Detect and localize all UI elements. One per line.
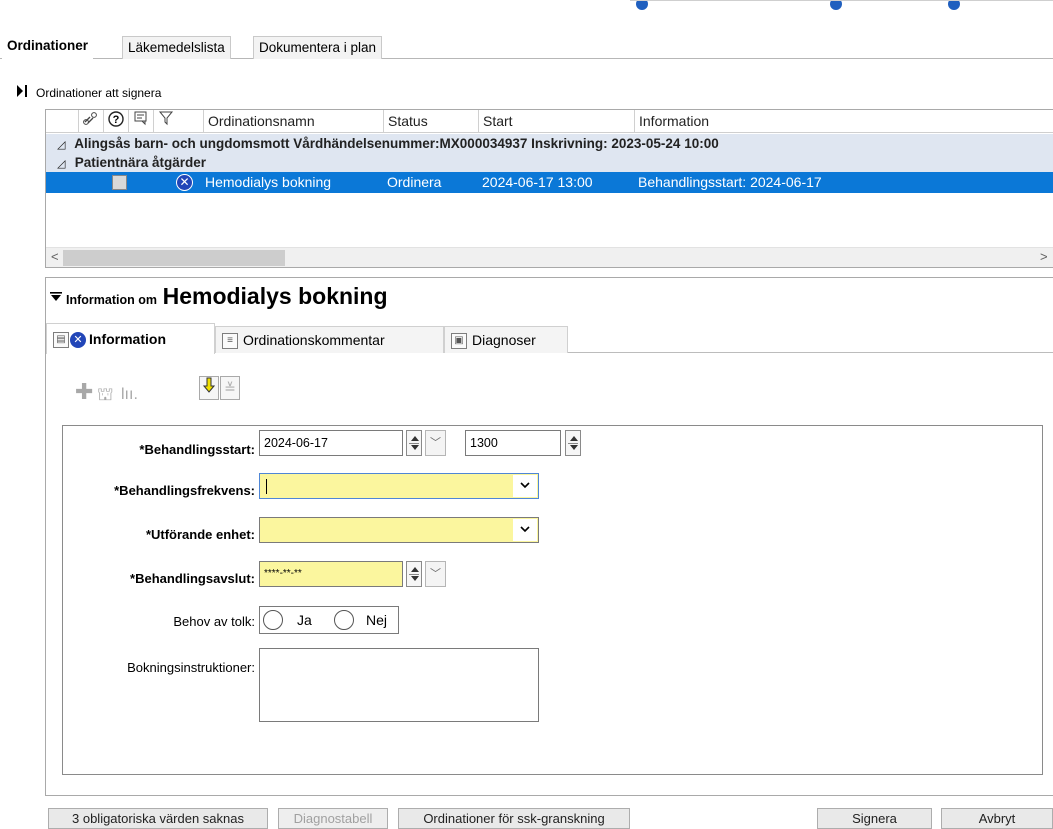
collapse-all-button[interactable]: ≚	[220, 376, 240, 400]
col-header-start[interactable]: Start	[478, 110, 634, 133]
missing-values-button[interactable]: 3 obligatoriska värden saknas	[48, 808, 268, 829]
col-header-ordinationsnamn[interactable]: Ordinationsnamn	[203, 110, 383, 133]
tolk-nej-label[interactable]: Nej	[366, 612, 387, 628]
section-title: Ordinationer att signera	[36, 86, 162, 100]
col-header-information[interactable]: Information	[634, 110, 1053, 133]
group-row-label: Alingsås barn- och ungdomsmott Vårdhände…	[74, 136, 719, 151]
ssk-granskning-button[interactable]: Ordinationer för ssk-granskning	[398, 808, 630, 829]
signera-button[interactable]: Signera	[817, 808, 932, 829]
tab-diagnoser[interactable]: ▣ Diagnoser	[444, 326, 568, 353]
cell-name: Hemodialys bokning	[205, 174, 332, 190]
col-header-status[interactable]: Status	[383, 110, 478, 133]
horizontal-scrollbar[interactable]: < >	[46, 247, 1053, 267]
behandlingsstart-label: *Behandlingsstart:	[139, 442, 255, 457]
tolk-radio-group: Ja Nej	[259, 606, 399, 634]
chart-icon[interactable]: lıı.	[121, 384, 138, 406]
info-tabbar: ▤ ✕ Information ≡ Ordinationskommentar ▣…	[46, 323, 1053, 354]
behandlingsavslut-date-field[interactable]: ****-**-**	[259, 561, 403, 587]
chevron-down-icon[interactable]	[513, 519, 537, 541]
filter-icon[interactable]	[153, 110, 178, 133]
chevron-down-icon: ﹀	[430, 437, 441, 449]
time-spin-button[interactable]	[565, 430, 581, 456]
chevron-down-icon[interactable]	[513, 475, 537, 497]
svg-text:?: ?	[113, 114, 120, 126]
utforande-enhet-select[interactable]	[259, 517, 539, 543]
behandlingsfrekvens-select[interactable]	[259, 473, 539, 499]
diagnosis-icon: ▣	[451, 333, 467, 349]
behandlingsstart-date-field[interactable]: 2024-06-17	[259, 430, 403, 456]
text-caret	[266, 479, 267, 494]
top-strip-item	[636, 1, 653, 10]
main-tabbar: Ordinationer Läkemedelslista Dokumentera…	[0, 33, 1053, 60]
tolk-ja-radio[interactable]	[263, 610, 283, 630]
behandlingsstart-time-field[interactable]: 1300	[465, 430, 561, 456]
tab-ordinationskommentar[interactable]: ≡ Ordinationskommentar	[215, 326, 444, 353]
tolk-nej-radio[interactable]	[334, 610, 354, 630]
row-checkbox[interactable]	[112, 175, 127, 190]
status-dot-icon	[636, 1, 648, 10]
tab-ordinationer[interactable]: Ordinationer	[2, 35, 94, 60]
status-dot-icon	[830, 1, 842, 10]
grid-header: ? Ordinationsnamn Status Start Informati…	[46, 110, 1053, 133]
avslut-spin-button[interactable]	[406, 561, 422, 587]
link-icon[interactable]	[78, 110, 103, 133]
calculator-icon[interactable]: ⛫	[97, 383, 114, 405]
add-icon[interactable]: ✚	[75, 381, 93, 403]
tab-label: Ordinationskommentar	[243, 332, 385, 348]
cancel-circle-icon: ✕	[70, 332, 86, 348]
frekvens-label: *Behandlingsfrekvens:	[114, 483, 255, 498]
move-down-button[interactable]	[199, 376, 219, 400]
group-row-category[interactable]: ◿ Patientnära åtgärder	[46, 153, 1053, 172]
bokningsinstruktioner-textarea[interactable]	[259, 648, 539, 722]
table-row[interactable]: ✕ Hemodialys bokning Ordinera 2024-06-17…	[46, 172, 1053, 193]
tab-information[interactable]: ▤ ✕ Information	[46, 323, 215, 354]
tab-label: Diagnoser	[472, 332, 536, 348]
diagnostabell-button[interactable]: Diagnostabell	[278, 808, 388, 829]
comment-list-icon: ≡	[222, 333, 238, 349]
enhet-label: *Utförande enhet:	[145, 527, 255, 542]
top-status-strip	[630, 0, 1053, 26]
avslut-label: *Behandlingsavslut:	[130, 571, 255, 586]
tab-label: Information	[89, 331, 166, 347]
tab-dokumentera-i-plan[interactable]: Dokumentera i plan	[253, 36, 383, 59]
panel-title: Hemodialys bokning	[162, 283, 388, 309]
double-chevron-down-icon: ≚	[224, 380, 236, 396]
instruktioner-label: Bokningsinstruktioner:	[127, 660, 255, 675]
booking-form: *Behandlingsstart: 2024-06-17 ﹀ 1300 *Be…	[62, 425, 1043, 775]
avslut-calendar-dropdown-button[interactable]: ﹀	[425, 561, 446, 587]
panel-header-prefix: Information om	[66, 293, 157, 307]
form-icon: ▤	[53, 332, 69, 348]
cell-start: 2024-06-17 13:00	[482, 174, 593, 190]
tab-lakemedelslista[interactable]: Läkemedelslista	[122, 36, 231, 59]
expand-right-icon[interactable]	[16, 84, 30, 101]
group-row-unit[interactable]: ◿ Alingsås barn- och ungdomsmott Vårdhän…	[46, 134, 1053, 153]
cell-status: Ordinera	[387, 174, 442, 190]
collapse-down-icon[interactable]	[50, 292, 62, 305]
group-row-label: Patientnära åtgärder	[74, 155, 207, 170]
tolk-label: Behov av tolk:	[173, 614, 255, 629]
help-icon[interactable]: ?	[103, 110, 128, 133]
avbryt-button[interactable]: Avbryt	[941, 808, 1053, 829]
calendar-dropdown-button[interactable]: ﹀	[425, 430, 446, 456]
scroll-thumb[interactable]	[63, 250, 285, 266]
scroll-left-icon[interactable]: <	[51, 249, 59, 264]
orders-grid: ? Ordinationsnamn Status Start Informati…	[45, 109, 1053, 268]
chevron-down-icon: ﹀	[430, 568, 441, 580]
comment-icon[interactable]	[128, 110, 153, 133]
top-strip-item	[948, 1, 965, 10]
scroll-right-icon[interactable]: >	[1040, 249, 1048, 264]
panel-header[interactable]: Information om Hemodialys bokning	[50, 283, 388, 310]
cancel-circle-icon: ✕	[176, 174, 193, 191]
cell-information: Behandlingsstart: 2024-06-17	[638, 174, 822, 190]
date-spin-button[interactable]	[406, 430, 422, 456]
status-dot-icon	[948, 1, 960, 10]
arrow-down-icon	[202, 377, 216, 393]
tolk-ja-label[interactable]: Ja	[297, 612, 312, 628]
top-strip-item	[830, 1, 847, 10]
